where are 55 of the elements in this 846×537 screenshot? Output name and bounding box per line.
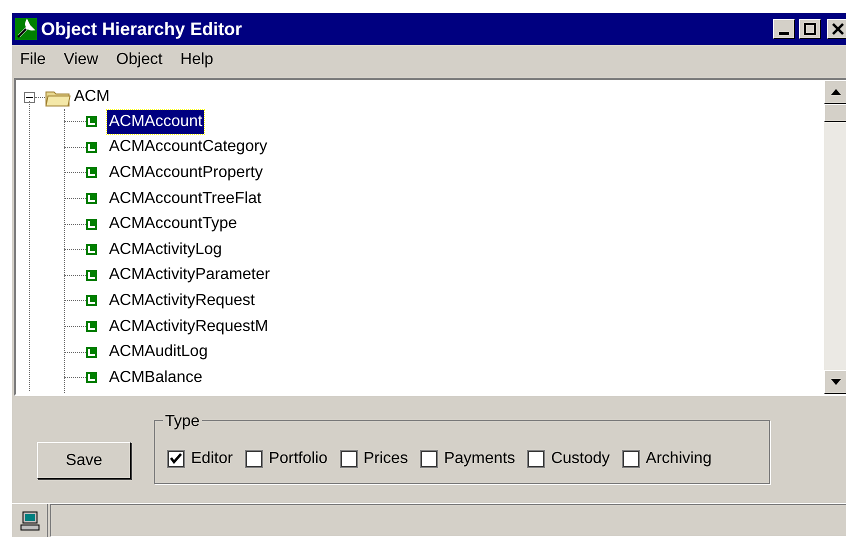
tree-node[interactable]: ACM: [74, 85, 110, 109]
tree-node[interactable]: ACMAccountCategory: [107, 135, 270, 160]
checkbox-icon[interactable]: [527, 450, 546, 468]
class-icon: [86, 142, 97, 153]
menu-item[interactable]: File: [20, 48, 46, 72]
close-icon: [832, 23, 844, 35]
scroll-down-button[interactable]: [824, 370, 846, 394]
class-icon: [86, 167, 97, 178]
menu-item[interactable]: View: [64, 48, 98, 72]
type-checkbox[interactable]: Payments: [420, 447, 516, 471]
window-title: Object Hierarchy Editor: [41, 18, 244, 41]
class-icon: [86, 270, 97, 281]
class-icon: [86, 372, 97, 384]
tree-node[interactable]: ACMAccountTreeFlat: [107, 186, 264, 211]
class-icon: [86, 218, 97, 230]
class-icon: [86, 346, 97, 358]
tree-node[interactable]: ACMAuditLog: [107, 340, 210, 364]
close-button[interactable]: [827, 19, 846, 39]
type-checkbox[interactable]: Prices: [340, 447, 408, 471]
minimize-button[interactable]: [773, 19, 795, 39]
type-checkbox[interactable]: Portfolio: [244, 447, 328, 471]
save-button[interactable]: Save: [37, 442, 131, 479]
tree-node[interactable]: ACMBalance: [107, 366, 204, 390]
checked-checkbox-icon[interactable]: [167, 450, 185, 468]
type-checkbox[interactable]: Custody: [527, 447, 610, 471]
tree-node[interactable]: ACMActivityLog: [107, 238, 224, 262]
tree-node[interactable]: ACMAccount: [107, 110, 204, 134]
tree-node[interactable]: ACMAccountProperty: [107, 160, 265, 185]
minimize-icon: [779, 32, 789, 35]
scroll-thumb[interactable]: [824, 104, 846, 122]
tree-node[interactable]: ACMActivityRequest: [107, 288, 257, 313]
class-icon: [86, 116, 97, 128]
menu-item[interactable]: Object: [116, 48, 162, 72]
menu-item[interactable]: Help: [180, 48, 214, 72]
class-icon: [86, 295, 97, 306]
checkbox-icon[interactable]: [340, 450, 358, 468]
computer-icon: [20, 510, 40, 530]
down-arrow-icon: [831, 379, 841, 385]
up-arrow-icon: [831, 89, 841, 95]
class-icon: [86, 244, 97, 256]
checkbox-icon[interactable]: [420, 450, 438, 468]
class-icon: [86, 193, 97, 204]
tree-node[interactable]: ACMActivityParameter: [107, 263, 272, 288]
vertical-scrollbar[interactable]: [824, 80, 846, 394]
tree-node[interactable]: ACMActivityRequestM: [107, 314, 270, 339]
tree-node[interactable]: ACMAccountType: [107, 212, 240, 236]
scroll-up-button[interactable]: [824, 80, 846, 104]
collapse-icon[interactable]: [24, 92, 35, 102]
type-checkbox[interactable]: Archiving: [622, 447, 712, 471]
class-icon: [86, 321, 97, 332]
maximize-icon: [804, 23, 816, 35]
maximize-button[interactable]: [799, 19, 821, 39]
checkbox-icon[interactable]: [622, 450, 640, 468]
type-checkbox[interactable]: Editor: [167, 447, 233, 471]
checkbox-icon[interactable]: [244, 450, 263, 468]
